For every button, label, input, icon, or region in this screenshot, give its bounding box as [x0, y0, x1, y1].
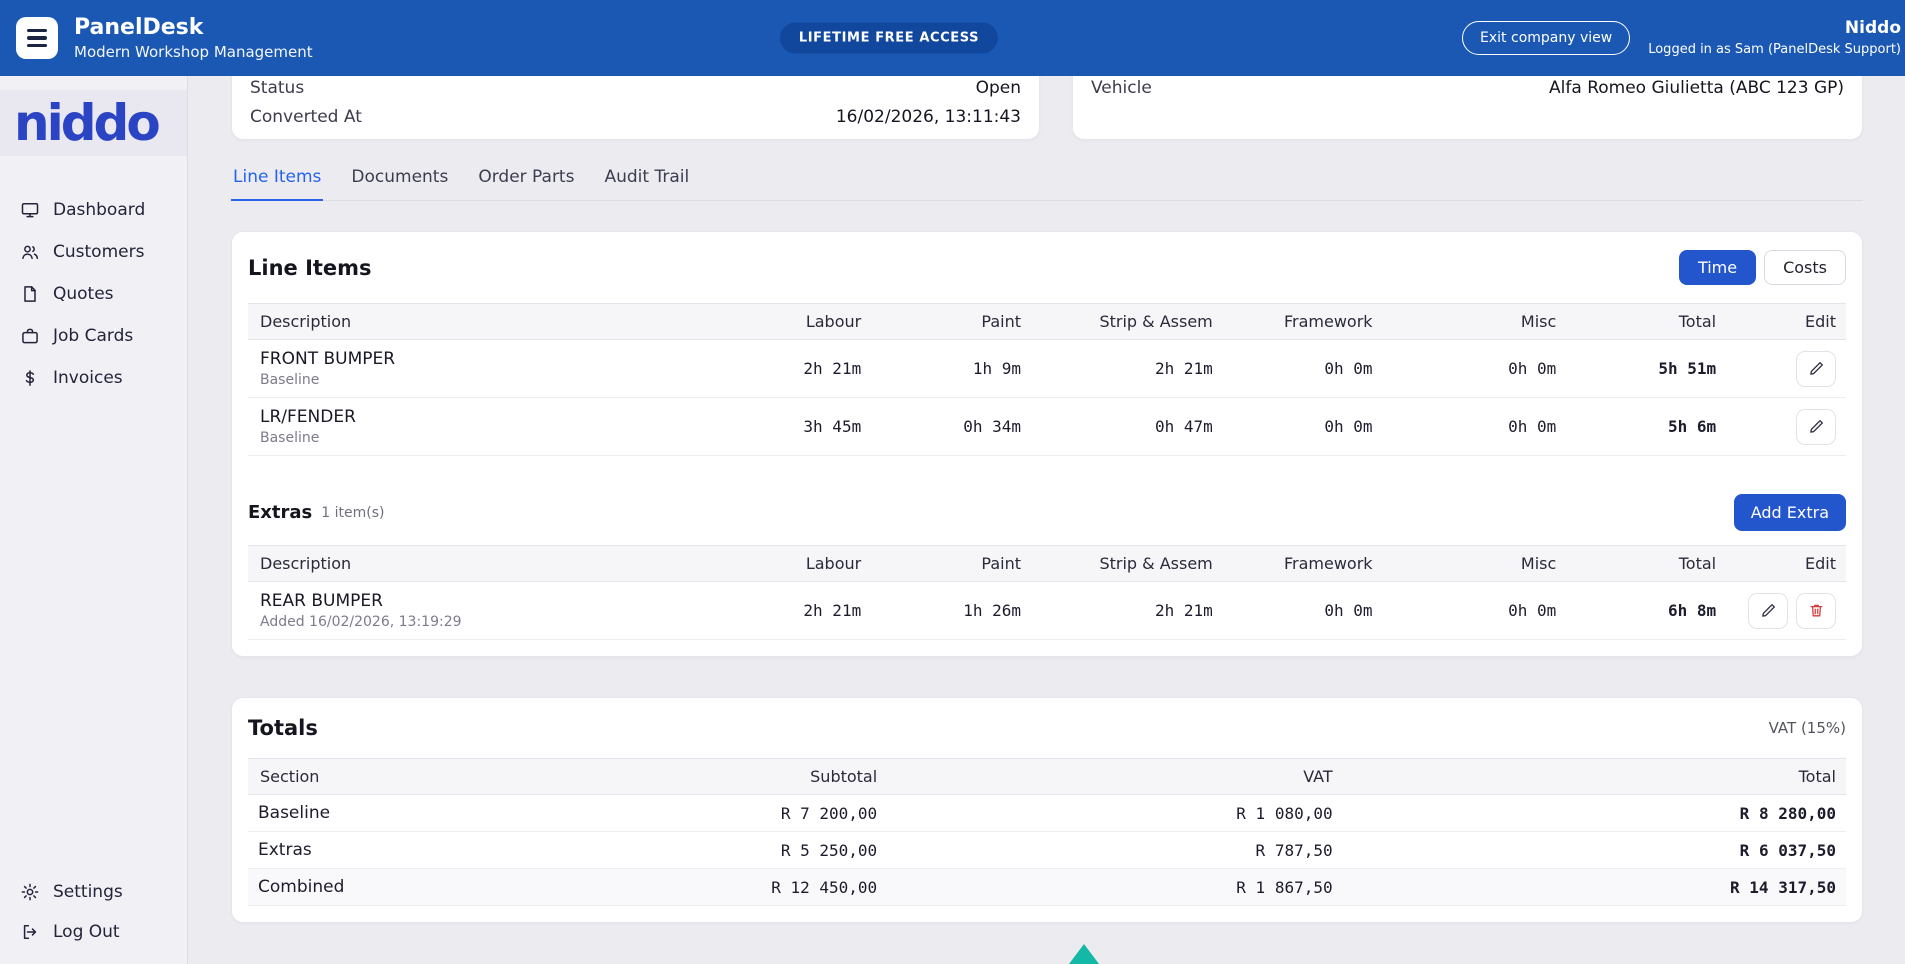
sidebar-item-log-out[interactable]: Log Out	[10, 914, 177, 950]
totals-title: Totals	[248, 716, 318, 740]
logged-in-as: Logged in as Sam (PanelDesk Support)	[1648, 41, 1901, 60]
job-details-card: Status Open Converted At 16/02/2026, 13:…	[231, 76, 1040, 140]
converted-at-label: Converted At	[250, 107, 362, 127]
niddo-logo: niddo	[14, 98, 158, 148]
pencil-icon	[1760, 602, 1777, 619]
table-row: REAR BUMPER Added 16/02/2026, 13:19:29 2…	[248, 582, 1846, 640]
line-item-name: LR/FENDER	[260, 407, 701, 427]
summary-row: Status Open Converted At 16/02/2026, 13:…	[231, 76, 1863, 140]
vehicle-row: Vehicle Alfa Romeo Giulietta (ABC 123 GP…	[1089, 76, 1846, 102]
table-row: Baseline R 7 200,00 R 1 080,00 R 8 280,0…	[248, 795, 1846, 832]
totals-card: Totals VAT (15%) Section Subtotal VAT To…	[231, 697, 1863, 923]
status-label: Status	[250, 78, 304, 98]
menu-button[interactable]	[16, 17, 58, 59]
time-costs-toggle: Time Costs	[1679, 250, 1846, 285]
extras-title: Extras	[248, 502, 312, 523]
extras-table-header: Description Labour Paint Strip & Assem F…	[248, 546, 1846, 582]
extras-header: Extras 1 item(s) Add Extra	[248, 494, 1846, 531]
extra-item-note: Added 16/02/2026, 13:19:29	[260, 614, 701, 630]
table-row-combined: Combined R 12 450,00 R 1 867,50 R 14 317…	[248, 869, 1846, 906]
sidebar-logo-band: niddo	[0, 90, 187, 156]
extras-count: 1 item(s)	[321, 505, 384, 521]
tab-line-items[interactable]: Line Items	[231, 167, 323, 201]
company-name: Niddo	[1648, 16, 1901, 41]
invoices-icon	[20, 368, 40, 388]
app-title: PanelDesk	[74, 15, 313, 41]
table-row: LR/FENDER Baseline 3h 45m 0h 34m 0h 47m …	[248, 398, 1846, 456]
line-item-name: FRONT BUMPER	[260, 349, 701, 369]
logged-in-info: Niddo Logged in as Sam (PanelDesk Suppor…	[1648, 16, 1901, 59]
tab-documents[interactable]: Documents	[349, 167, 450, 201]
line-items-title: Line Items	[248, 256, 372, 280]
vehicle-card: Vehicle Alfa Romeo Giulietta (ABC 123 GP…	[1072, 76, 1863, 140]
logout-icon	[20, 922, 40, 942]
lifetime-access-badge: LIFETIME FREE ACCESS	[780, 23, 998, 54]
sidebar-item-settings[interactable]: Settings	[10, 874, 177, 910]
app-brand: PanelDesk Modern Workshop Management	[0, 15, 313, 61]
dashboard-icon	[20, 200, 40, 220]
vat-note: VAT (15%)	[1769, 719, 1846, 737]
tab-audit-trail[interactable]: Audit Trail	[602, 167, 691, 201]
table-row: FRONT BUMPER Baseline 2h 21m 1h 9m 2h 21…	[248, 340, 1846, 398]
pencil-icon	[1808, 360, 1825, 377]
baseline-table-header: Description Labour Paint Strip & Assem F…	[248, 304, 1846, 340]
line-item-note: Baseline	[260, 430, 701, 446]
sidebar-item-job-cards[interactable]: Job Cards	[10, 318, 177, 354]
exit-company-view-button[interactable]: Exit company view	[1462, 21, 1630, 55]
tab-bar: Line Items Documents Order Parts Audit T…	[231, 167, 1863, 201]
totals-header: Totals VAT (15%)	[248, 716, 1846, 740]
settings-icon	[20, 882, 40, 902]
edit-line-item-button[interactable]	[1796, 409, 1836, 445]
menu-icon	[27, 29, 47, 33]
corner-triangle-decoration	[1069, 944, 1099, 964]
status-row: Status Open	[248, 76, 1023, 102]
converted-at-value: 16/02/2026, 13:11:43	[836, 107, 1021, 127]
customers-icon	[20, 242, 40, 262]
sidebar-item-quotes[interactable]: Quotes	[10, 276, 177, 312]
main-content: Status Open Converted At 16/02/2026, 13:…	[188, 76, 1905, 964]
sidebar-item-customers[interactable]: Customers	[10, 234, 177, 270]
line-items-header: Line Items Time Costs	[248, 250, 1846, 285]
pencil-icon	[1808, 418, 1825, 435]
sidebar-item-dashboard[interactable]: Dashboard	[10, 192, 177, 228]
totals-table: Section Subtotal VAT Total Baseline R 7 …	[248, 758, 1846, 906]
vehicle-value: Alfa Romeo Giulietta (ABC 123 GP)	[1549, 78, 1844, 98]
extra-item-name: REAR BUMPER	[260, 591, 701, 611]
table-row: Extras R 5 250,00 R 787,50 R 6 037,50	[248, 832, 1846, 869]
delete-extra-button[interactable]	[1796, 593, 1836, 629]
app-subtitle: Modern Workshop Management	[74, 43, 313, 61]
sidebar-footer: Settings Log Out	[0, 874, 187, 964]
sidebar-nav: Dashboard Customers Quotes Job Cards Inv…	[0, 192, 187, 396]
line-items-card: Line Items Time Costs Description Labour…	[231, 231, 1863, 657]
quotes-icon	[20, 284, 40, 304]
converted-at-row: Converted At 16/02/2026, 13:11:43	[248, 102, 1023, 131]
vehicle-label: Vehicle	[1091, 78, 1152, 98]
job-cards-icon	[20, 326, 40, 346]
line-item-note: Baseline	[260, 372, 701, 388]
header-right: Exit company view Niddo Logged in as Sam…	[1462, 0, 1905, 76]
totals-table-header: Section Subtotal VAT Total	[248, 759, 1846, 795]
edit-extra-button[interactable]	[1748, 593, 1788, 629]
top-header: PanelDesk Modern Workshop Management LIF…	[0, 0, 1905, 76]
sidebar-item-invoices[interactable]: Invoices	[10, 360, 177, 396]
status-badge: Open	[976, 78, 1021, 98]
baseline-items-table: Description Labour Paint Strip & Assem F…	[248, 303, 1846, 456]
sidebar: niddo Dashboard Customers Quotes Job Car…	[0, 76, 188, 964]
tab-order-parts[interactable]: Order Parts	[476, 167, 576, 201]
edit-line-item-button[interactable]	[1796, 351, 1836, 387]
toggle-costs-button[interactable]: Costs	[1764, 250, 1846, 285]
trash-icon	[1808, 602, 1825, 619]
add-extra-button[interactable]: Add Extra	[1734, 494, 1846, 531]
extras-table: Description Labour Paint Strip & Assem F…	[248, 545, 1846, 640]
toggle-time-button[interactable]: Time	[1679, 250, 1756, 285]
